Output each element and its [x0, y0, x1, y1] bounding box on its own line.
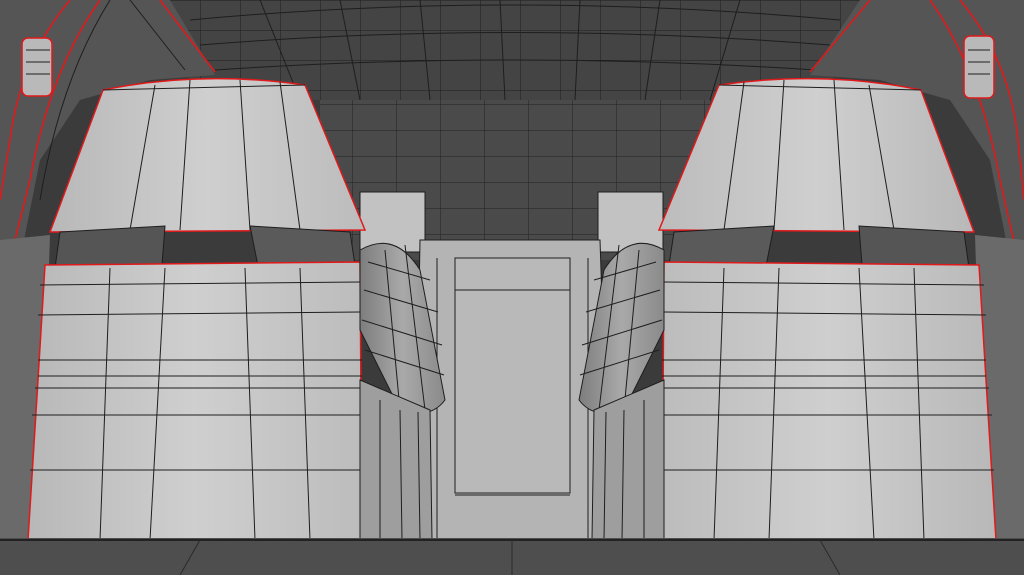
right-seatbelt-anchor	[963, 35, 995, 99]
right-headrest-gap	[858, 225, 970, 269]
left-seatbelt-anchor	[21, 37, 53, 97]
3d-viewport[interactable]	[0, 0, 1024, 575]
left-headrest-gap	[54, 225, 166, 269]
right-backrest	[661, 261, 997, 541]
left-backrest	[27, 261, 363, 541]
